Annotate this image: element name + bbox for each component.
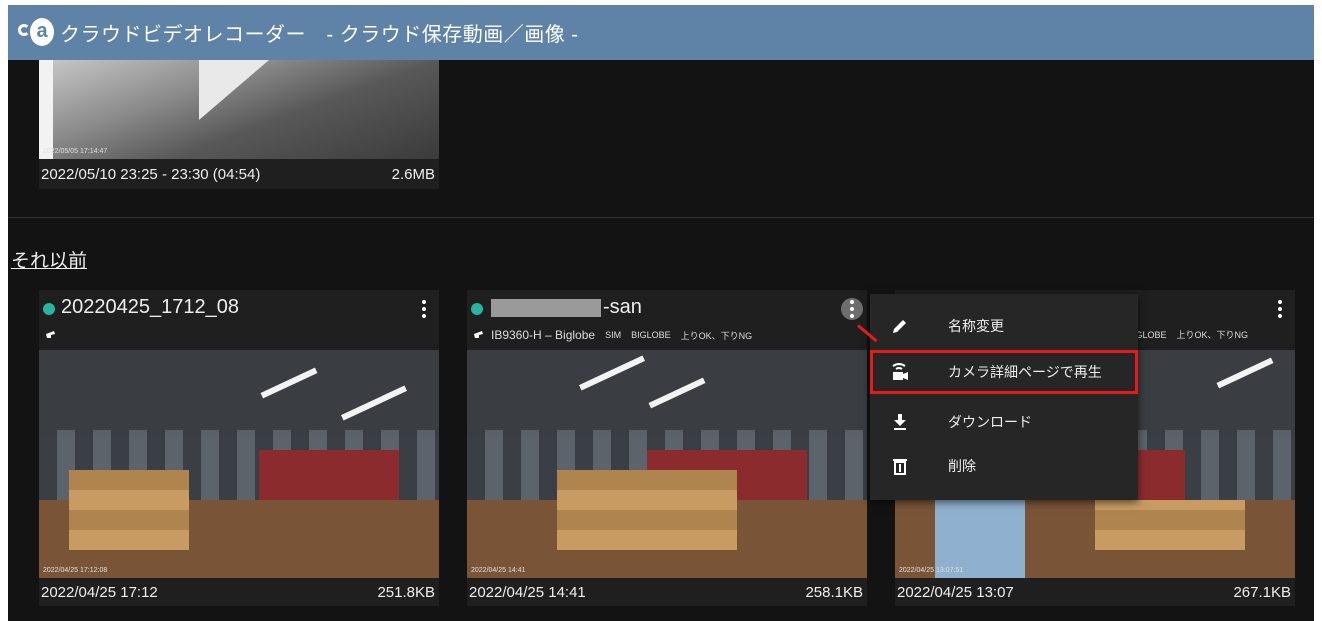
more-options-icon[interactable] [1269, 297, 1291, 321]
card-header: 20220425_1712_08 [39, 290, 439, 350]
scene-boxes [1095, 500, 1245, 550]
camera-info: IB9360-H – Biglobe SIM BIGLOBE 上りOK、下りNG [491, 328, 752, 342]
video-card[interactable]: 20220425_1712_08 2022/04/25 17:12:08 202… [39, 290, 439, 606]
menu-item-label: 名称変更 [948, 318, 1004, 334]
tag-connection: 上りOK、下りNG [1176, 330, 1249, 340]
section-title: それ以前 [11, 251, 88, 272]
camera-icon [474, 331, 483, 338]
card-header: -san IB9360-H – Biglobe SIM BIGLOBE 上りOK… [467, 290, 867, 350]
card-caption: 2022/04/25 14:41 258.1KB [467, 578, 867, 606]
card-title: -san [603, 296, 642, 318]
app-header: a クラウドビデオレコーダー - クラウド保存動画／画像 - [8, 5, 1314, 60]
online-status-dot [43, 303, 55, 315]
thumb-shape [199, 60, 269, 120]
trash-icon [890, 456, 910, 476]
card-title: 20220425_1712_08 [61, 296, 239, 318]
card-caption: 2022/04/25 13:07 267.1KB [895, 578, 1295, 606]
scene-ceiling [467, 350, 867, 430]
tag-carrier: BIGLOBE [631, 330, 671, 340]
camera-play-icon [890, 362, 910, 382]
thumb-light-beam [39, 60, 53, 159]
pencil-icon [890, 316, 910, 336]
scene-boxes [69, 470, 189, 550]
video-thumbnail[interactable]: 2022/04/25 17:12:08 [39, 350, 439, 578]
context-menu: 名称変更 カメラ詳細ページで再生 ダウンロード 削除 [870, 294, 1138, 500]
online-status-dot [471, 303, 483, 315]
thumb-timestamp: 2022/04/25 17:12:08 [43, 567, 108, 574]
thumb-timestamp: 2022/04/25 13:07:51 [899, 567, 964, 574]
app-window: a クラウドビデオレコーダー - クラウド保存動画／画像 - 2022/05/0… [8, 5, 1314, 621]
camera-icon [46, 331, 55, 338]
redacted-name [491, 299, 601, 317]
scene-boxes [557, 470, 737, 550]
camera-info: IGLOBE 上りOK、下りNG [1133, 328, 1248, 341]
camera-model: IB9360-H – Biglobe [491, 328, 596, 342]
tag-connection: 上りOK、下りNG [680, 330, 753, 341]
video-size: 251.8KB [377, 583, 435, 601]
thumb-timestamp: 2022/04/25 14:41 [471, 567, 526, 574]
thumb-timestamp: 2022/05/05 17:14:47 [43, 148, 108, 155]
menu-item-delete[interactable]: 削除 [870, 444, 1138, 488]
video-thumbnail[interactable]: 2022/04/25 14:41 [467, 350, 867, 578]
logo-ring [18, 23, 30, 36]
menu-item-label: 削除 [948, 458, 976, 474]
menu-item-play-on-camera-page[interactable]: カメラ詳細ページで再生 [870, 350, 1138, 394]
scene-ceiling [39, 350, 439, 430]
menu-item-label: カメラ詳細ページで再生 [948, 364, 1102, 380]
video-datetime: 2022/04/25 17:12 [41, 583, 158, 601]
video-time-range: 2022/05/10 23:25 - 23:30 (04:54) [41, 165, 261, 183]
menu-item-label: ダウンロード [948, 414, 1032, 430]
more-options-icon[interactable] [841, 298, 863, 320]
logo-letter: a [30, 17, 54, 46]
video-size: 267.1KB [1233, 583, 1291, 601]
card-caption: 2022/04/25 17:12 251.8KB [39, 578, 439, 606]
video-thumbnail-top[interactable]: 2022/05/05 17:14:47 [39, 60, 439, 159]
app-logo: a [16, 14, 54, 52]
video-caption-top: 2022/05/10 23:25 - 23:30 (04:54) 2.6MB [39, 159, 439, 189]
more-options-icon[interactable] [413, 297, 435, 321]
video-datetime: 2022/04/25 13:07 [897, 583, 1014, 601]
video-card[interactable]: -san IB9360-H – Biglobe SIM BIGLOBE 上りOK… [467, 290, 867, 606]
download-icon [890, 412, 910, 432]
tag-sim: SIM [605, 330, 622, 340]
menu-item-rename[interactable]: 名称変更 [870, 304, 1138, 348]
video-size: 2.6MB [391, 165, 435, 183]
tag-carrier: IGLOBE [1133, 329, 1167, 340]
page-title: クラウドビデオレコーダー - クラウド保存動画／画像 - [60, 24, 579, 46]
video-datetime: 2022/04/25 14:41 [469, 583, 586, 601]
menu-item-download[interactable]: ダウンロード [870, 400, 1138, 444]
section-divider [8, 217, 1314, 218]
video-size: 258.1KB [805, 583, 863, 601]
